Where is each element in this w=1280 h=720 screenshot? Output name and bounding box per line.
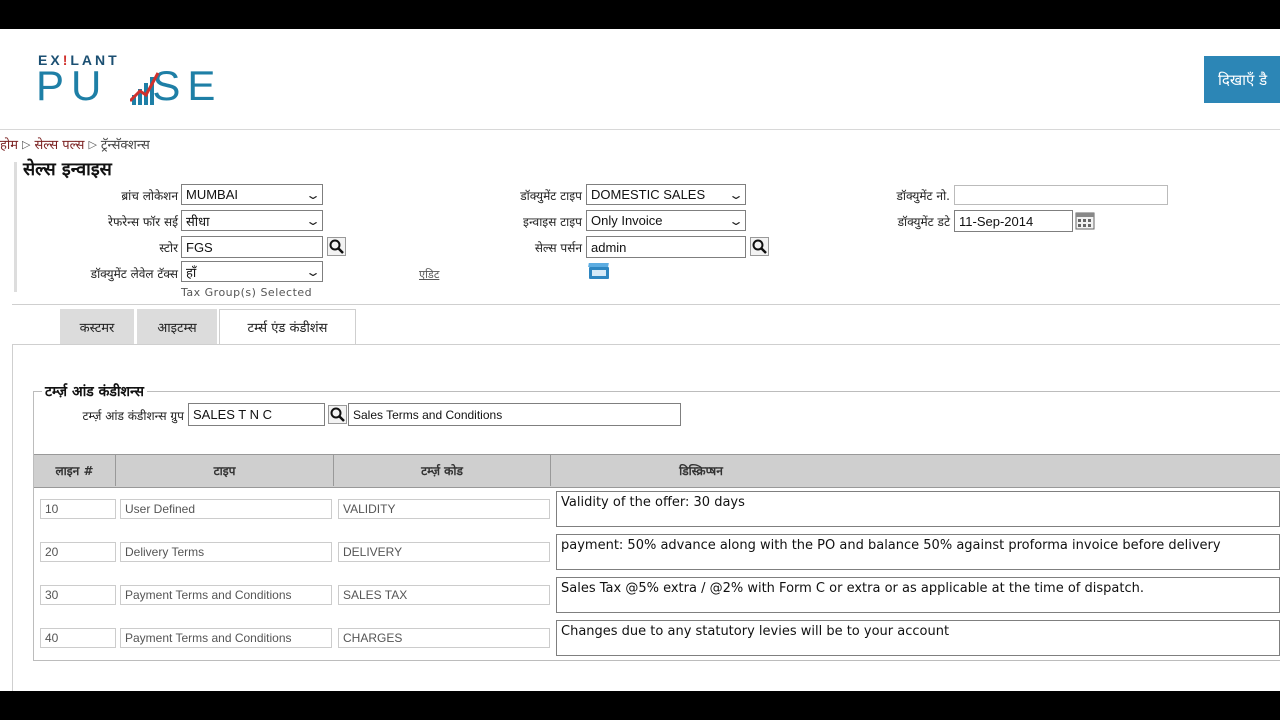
store-input[interactable]: FGS [181,236,323,258]
row-description-textarea[interactable]: Validity of the offer: 30 days [556,491,1280,527]
header-divider [0,129,1280,130]
row-type-input[interactable]: User Defined [120,499,332,519]
row-code-input[interactable]: VALIDITY [338,499,550,519]
chevron-down-icon: ⌄ [304,213,322,228]
row-code-input[interactable]: DELIVERY [338,542,550,562]
row-description-textarea[interactable]: Changes due to any statutory levies will… [556,620,1280,656]
branch-location-select[interactable]: MUMBAI ⌄ [181,184,323,205]
row-code-input[interactable]: SALES TAX [338,585,550,605]
terms-group-label: टर्म्ज़ आंड कंडीशन्स ग्रुप [82,409,184,423]
row-type-input[interactable]: Payment Terms and Conditions [120,628,332,648]
document-type-select[interactable]: DOMESTIC SALES ⌄ [586,184,746,205]
row-line-input[interactable]: 30 [40,585,116,605]
tax-group-note: Tax Group(s) Selected [181,286,313,299]
tab-items[interactable]: आइटम्स [137,309,217,345]
sales-person-label: सेल्स पर्सन [534,241,582,255]
show-dashboard-button[interactable]: दिखाएँ डै [1204,56,1280,103]
screen: EX!LANT PU SE दिखाएँ डै होम ▷ सेल्स पल्स … [0,29,1280,691]
logo-chart-icon [130,72,160,105]
row-description-textarea[interactable]: payment: 50% advance along with the PO a… [556,534,1280,570]
page-title: सेल्स इन्वाइस [23,159,112,180]
terms-group-name-input[interactable]: Sales Terms and Conditions [348,403,681,426]
column-header-terms-code: टर्म्ज़ कोड [334,454,551,486]
title-accent-bar [14,162,17,292]
edit-tax-link[interactable]: एडिट [419,267,439,282]
form-divider [12,304,1280,305]
terms-group-search-icon[interactable] [328,405,347,424]
reference-for-sale-label: रेफरेन्स फॉर सई [108,215,178,229]
video-clip-icon[interactable] [588,262,610,280]
branch-location-label: ब्रांच लोकेशन [121,189,178,203]
tab-divider [12,344,1280,345]
tab-customer[interactable]: कस्टमर [60,309,134,345]
row-line-input[interactable]: 40 [40,628,116,648]
breadcrumb-transactions: ट्रॅन्सॅक्शन्स [100,138,150,153]
row-line-input[interactable]: 20 [40,542,116,562]
row-type-input[interactable]: Payment Terms and Conditions [120,585,332,605]
chevron-down-icon: ⌄ [727,213,745,228]
breadcrumb-arrow-icon: ▷ [88,137,97,151]
panel-left-border [12,344,13,691]
document-no-label: डॉक्युमेंट नो. [896,189,950,203]
invoice-type-label: इन्वाइस टाइप [523,215,582,229]
column-header-description: डिस्क्रिप्षन [679,463,723,478]
document-date-input[interactable]: 11-Sep-2014 [954,210,1073,232]
row-line-input[interactable]: 10 [40,499,116,519]
store-label: स्टोर [159,241,178,255]
terms-group-code-input[interactable]: SALES T N C [188,403,325,426]
chevron-down-icon: ⌄ [304,264,322,279]
chevron-down-icon: ⌄ [304,187,322,202]
reference-for-sale-select[interactable]: सीधा ⌄ [181,210,323,231]
document-no-input[interactable] [954,185,1168,205]
document-level-tax-label: डॉक्युमेंट लेवेल टॅक्स [90,267,178,281]
document-level-tax-select[interactable]: हाँ ⌄ [181,261,323,282]
sales-person-input[interactable]: admin [586,236,746,258]
row-code-input[interactable]: CHARGES [338,628,550,648]
breadcrumb: होम ▷ सेल्स पल्स ▷ ट्रॅन्सॅक्शन्स [0,135,150,154]
sales-person-search-icon[interactable] [750,237,769,256]
document-type-label: डॉक्युमेंट टाइप [520,189,582,203]
row-description-textarea[interactable]: Sales Tax @5% extra / @2% with Form C or… [556,577,1280,613]
store-search-icon[interactable] [327,237,346,256]
chevron-down-icon: ⌄ [727,187,745,202]
row-type-input[interactable]: Delivery Terms [120,542,332,562]
breadcrumb-arrow-icon: ▷ [22,137,31,151]
invoice-type-select[interactable]: Only Invoice ⌄ [586,210,746,231]
breadcrumb-sales-pulse[interactable]: सेल्स पल्स [35,135,85,153]
column-header-type: टाइप [116,454,334,486]
column-header-line: लाइन # [34,454,116,486]
tab-terms-and-conditions[interactable]: टर्म्स एंड कंडीशंस [219,309,356,345]
calendar-icon[interactable] [1075,210,1095,230]
breadcrumb-home[interactable]: होम [0,135,18,153]
terms-legend: टर्म्ज़ आंड कंडीशन्स [42,382,147,401]
document-date-label: डॉक्युमेंट डटे [897,215,950,229]
